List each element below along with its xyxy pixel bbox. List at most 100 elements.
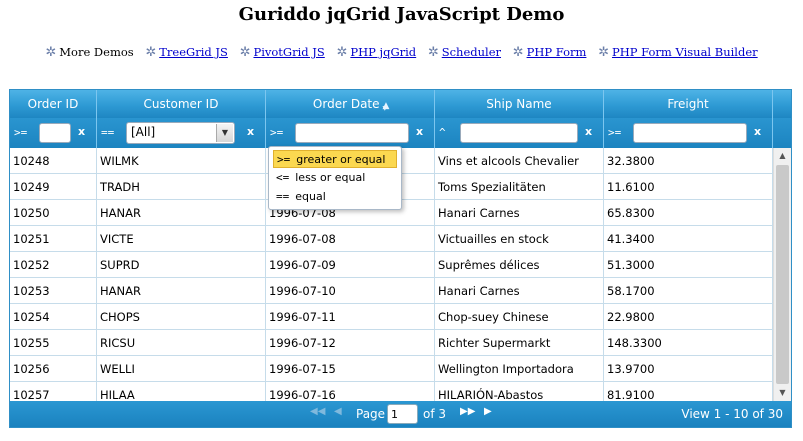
php-form-link-item[interactable]: ✲ PHP Form xyxy=(513,45,587,60)
column-header-label: Order ID xyxy=(27,97,79,111)
clear-filter-icon[interactable]: x xyxy=(754,125,761,138)
column-header-order-date[interactable]: Order Date ▲▼ xyxy=(266,90,435,118)
table-row[interactable]: 10252 SUPRD 1996-07-09 Suprêmes délices 51.3… xyxy=(10,252,773,278)
table-row[interactable]: 10251 VICTE 1996-07-08 Victuailles en stock… xyxy=(10,226,773,252)
filter-select-customer-id[interactable]: [All] ▼ xyxy=(126,122,235,144)
data-grid: Order ID Customer ID Order Date ▲▼ Ship N… xyxy=(9,89,792,428)
cell-order-id: 10248 xyxy=(10,148,97,174)
clear-filter-icon[interactable]: x xyxy=(585,125,592,138)
sort-icon[interactable]: ▲▼ xyxy=(382,101,389,112)
column-header-freight[interactable]: Freight xyxy=(604,90,773,118)
php-jqgrid-link[interactable]: PHP jqGrid xyxy=(350,45,416,59)
php-jqgrid-link-item[interactable]: ✲ PHP jqGrid xyxy=(336,45,416,60)
cell-order-id: 10251 xyxy=(10,226,97,252)
scroll-up-icon[interactable]: ▲ xyxy=(774,148,791,164)
cell-order-date: 1996-07-16 xyxy=(266,382,435,401)
filter-input-freight[interactable] xyxy=(633,123,747,143)
cell-freight: 51.3000 xyxy=(604,252,773,278)
dropdown-option[interactable]: <= less or equal xyxy=(273,169,368,187)
table-row[interactable]: 10255 RICSU 1996-07-12 Richter Supermarkt 14… xyxy=(10,330,773,356)
cell-ship-name: Vins et alcools Chevalier xyxy=(435,148,604,174)
cell-freight: 148.3300 xyxy=(604,330,773,356)
clear-filter-icon[interactable]: x xyxy=(416,125,423,138)
cell-ship-name: Suprêmes délices xyxy=(435,252,604,278)
option-operator: == xyxy=(276,190,290,203)
cell-ship-name: Hanari Carnes xyxy=(435,278,604,304)
last-page-icon[interactable]: ▶ xyxy=(484,406,492,417)
cell-customer-id: TRADH xyxy=(97,174,266,200)
grid-pager: ◀◀ ◀ Page of 3 ▶▶ ▶ View 1 - 10 of 30 xyxy=(10,401,791,427)
column-header-customer-id[interactable]: Customer ID xyxy=(97,90,266,118)
php-form-link[interactable]: PHP Form xyxy=(527,45,587,59)
next-page-icon[interactable]: ▶▶ xyxy=(460,406,475,417)
filter-cell-order-id: >= x xyxy=(10,118,97,148)
clear-filter-icon[interactable]: x xyxy=(247,125,254,138)
treegrid-link-item[interactable]: ✲ TreeGrid JS xyxy=(145,45,228,60)
option-label: equal xyxy=(295,190,326,203)
filter-input-order-date[interactable] xyxy=(295,123,409,143)
dropdown-option[interactable]: == equal xyxy=(273,188,329,206)
treegrid-link[interactable]: TreeGrid JS xyxy=(159,45,228,59)
page-number-input[interactable] xyxy=(387,404,418,424)
chevron-down-icon[interactable]: ▼ xyxy=(216,124,233,142)
cell-ship-name: Toms Spezialitäten xyxy=(435,174,604,200)
filter-operator[interactable]: >= xyxy=(608,126,621,139)
table-row[interactable]: 10254 CHOPS 1996-07-11 Chop-suey Chinese 22.… xyxy=(10,304,773,330)
dropdown-option[interactable]: >= greater or equal xyxy=(273,150,397,168)
cell-ship-name: Victuailles en stock xyxy=(435,226,604,252)
cell-freight: 13.9700 xyxy=(604,356,773,382)
php-form-builder-link-item[interactable]: ✲ PHP Form Visual Builder xyxy=(598,45,758,60)
filter-input-ship-name[interactable] xyxy=(460,123,578,143)
cell-order-date: 1996-07-09 xyxy=(266,252,435,278)
scrollbar-thumb[interactable] xyxy=(776,165,789,384)
vertical-scrollbar[interactable]: ▲ ▼ xyxy=(773,148,791,401)
prev-page-icon[interactable]: ◀ xyxy=(334,406,342,417)
filter-cell-ship-name: ^ x xyxy=(435,118,604,148)
gear-icon: ✲ xyxy=(598,45,609,60)
cell-order-date: 1996-07-08 xyxy=(266,226,435,252)
column-header-ship-name[interactable]: Ship Name xyxy=(435,90,604,118)
cell-order-date: 1996-07-15 xyxy=(266,356,435,382)
filter-operator[interactable]: ^ xyxy=(439,126,446,139)
column-header-label: Order Date xyxy=(312,97,380,111)
cell-order-id: 10250 xyxy=(10,200,97,226)
gear-icon: ✲ xyxy=(512,45,524,60)
filter-input-order-id[interactable] xyxy=(39,123,71,143)
filter-cell-customer-id: == [All] ▼ x xyxy=(97,118,266,148)
table-row[interactable]: 10257 HILAA 1996-07-16 HILARIÓN-Abastos 81.9… xyxy=(10,382,773,401)
page-count-label: of 3 xyxy=(423,407,447,421)
table-row[interactable]: 10256 WELLI 1996-07-15 Wellington Importado… xyxy=(10,356,773,382)
scheduler-link-item[interactable]: ✲ Scheduler xyxy=(428,45,501,60)
pivotgrid-link[interactable]: PivotGrid JS xyxy=(253,45,324,59)
php-form-builder-link[interactable]: PHP Form Visual Builder xyxy=(612,45,758,59)
cell-order-id: 10254 xyxy=(10,304,97,330)
column-header-order-id[interactable]: Order ID xyxy=(10,90,97,118)
cell-order-date: 1996-07-10 xyxy=(266,278,435,304)
table-row[interactable]: 10253 HANAR 1996-07-10 Hanari Carnes 58.1700 xyxy=(10,278,773,304)
cell-customer-id: RICSU xyxy=(97,330,266,356)
filter-operator[interactable]: >= xyxy=(270,126,283,139)
cell-order-id: 10255 xyxy=(10,330,97,356)
filter-operator[interactable]: >= xyxy=(14,126,27,139)
scroll-down-icon[interactable]: ▼ xyxy=(774,385,791,401)
cell-order-id: 10253 xyxy=(10,278,97,304)
cell-freight: 11.6100 xyxy=(604,174,773,200)
cell-freight: 32.3800 xyxy=(604,148,773,174)
cell-freight: 81.9100 xyxy=(604,382,773,401)
select-value: [All] xyxy=(131,125,156,139)
cell-customer-id: HANAR xyxy=(97,278,266,304)
scheduler-link[interactable]: Scheduler xyxy=(442,45,501,59)
filter-cell-freight: >= x xyxy=(604,118,773,148)
more-demos-label: More Demos xyxy=(59,45,134,59)
demo-links-bar: ✲ More Demos ✲ TreeGrid JS ✲ PivotGrid JS ✲… xyxy=(0,45,803,60)
filter-operator[interactable]: == xyxy=(101,126,114,139)
cell-ship-name: Chop-suey Chinese xyxy=(435,304,604,330)
pivotgrid-link-item[interactable]: ✲ PivotGrid JS xyxy=(240,45,325,60)
cell-customer-id: HANAR xyxy=(97,200,266,226)
cell-order-id: 10252 xyxy=(10,252,97,278)
option-operator: <= xyxy=(276,171,290,184)
first-page-icon[interactable]: ◀◀ xyxy=(310,406,325,417)
clear-filter-icon[interactable]: x xyxy=(78,125,85,138)
page-title: Guriddo jqGrid JavaScript Demo xyxy=(238,4,565,25)
cell-order-id: 10256 xyxy=(10,356,97,382)
